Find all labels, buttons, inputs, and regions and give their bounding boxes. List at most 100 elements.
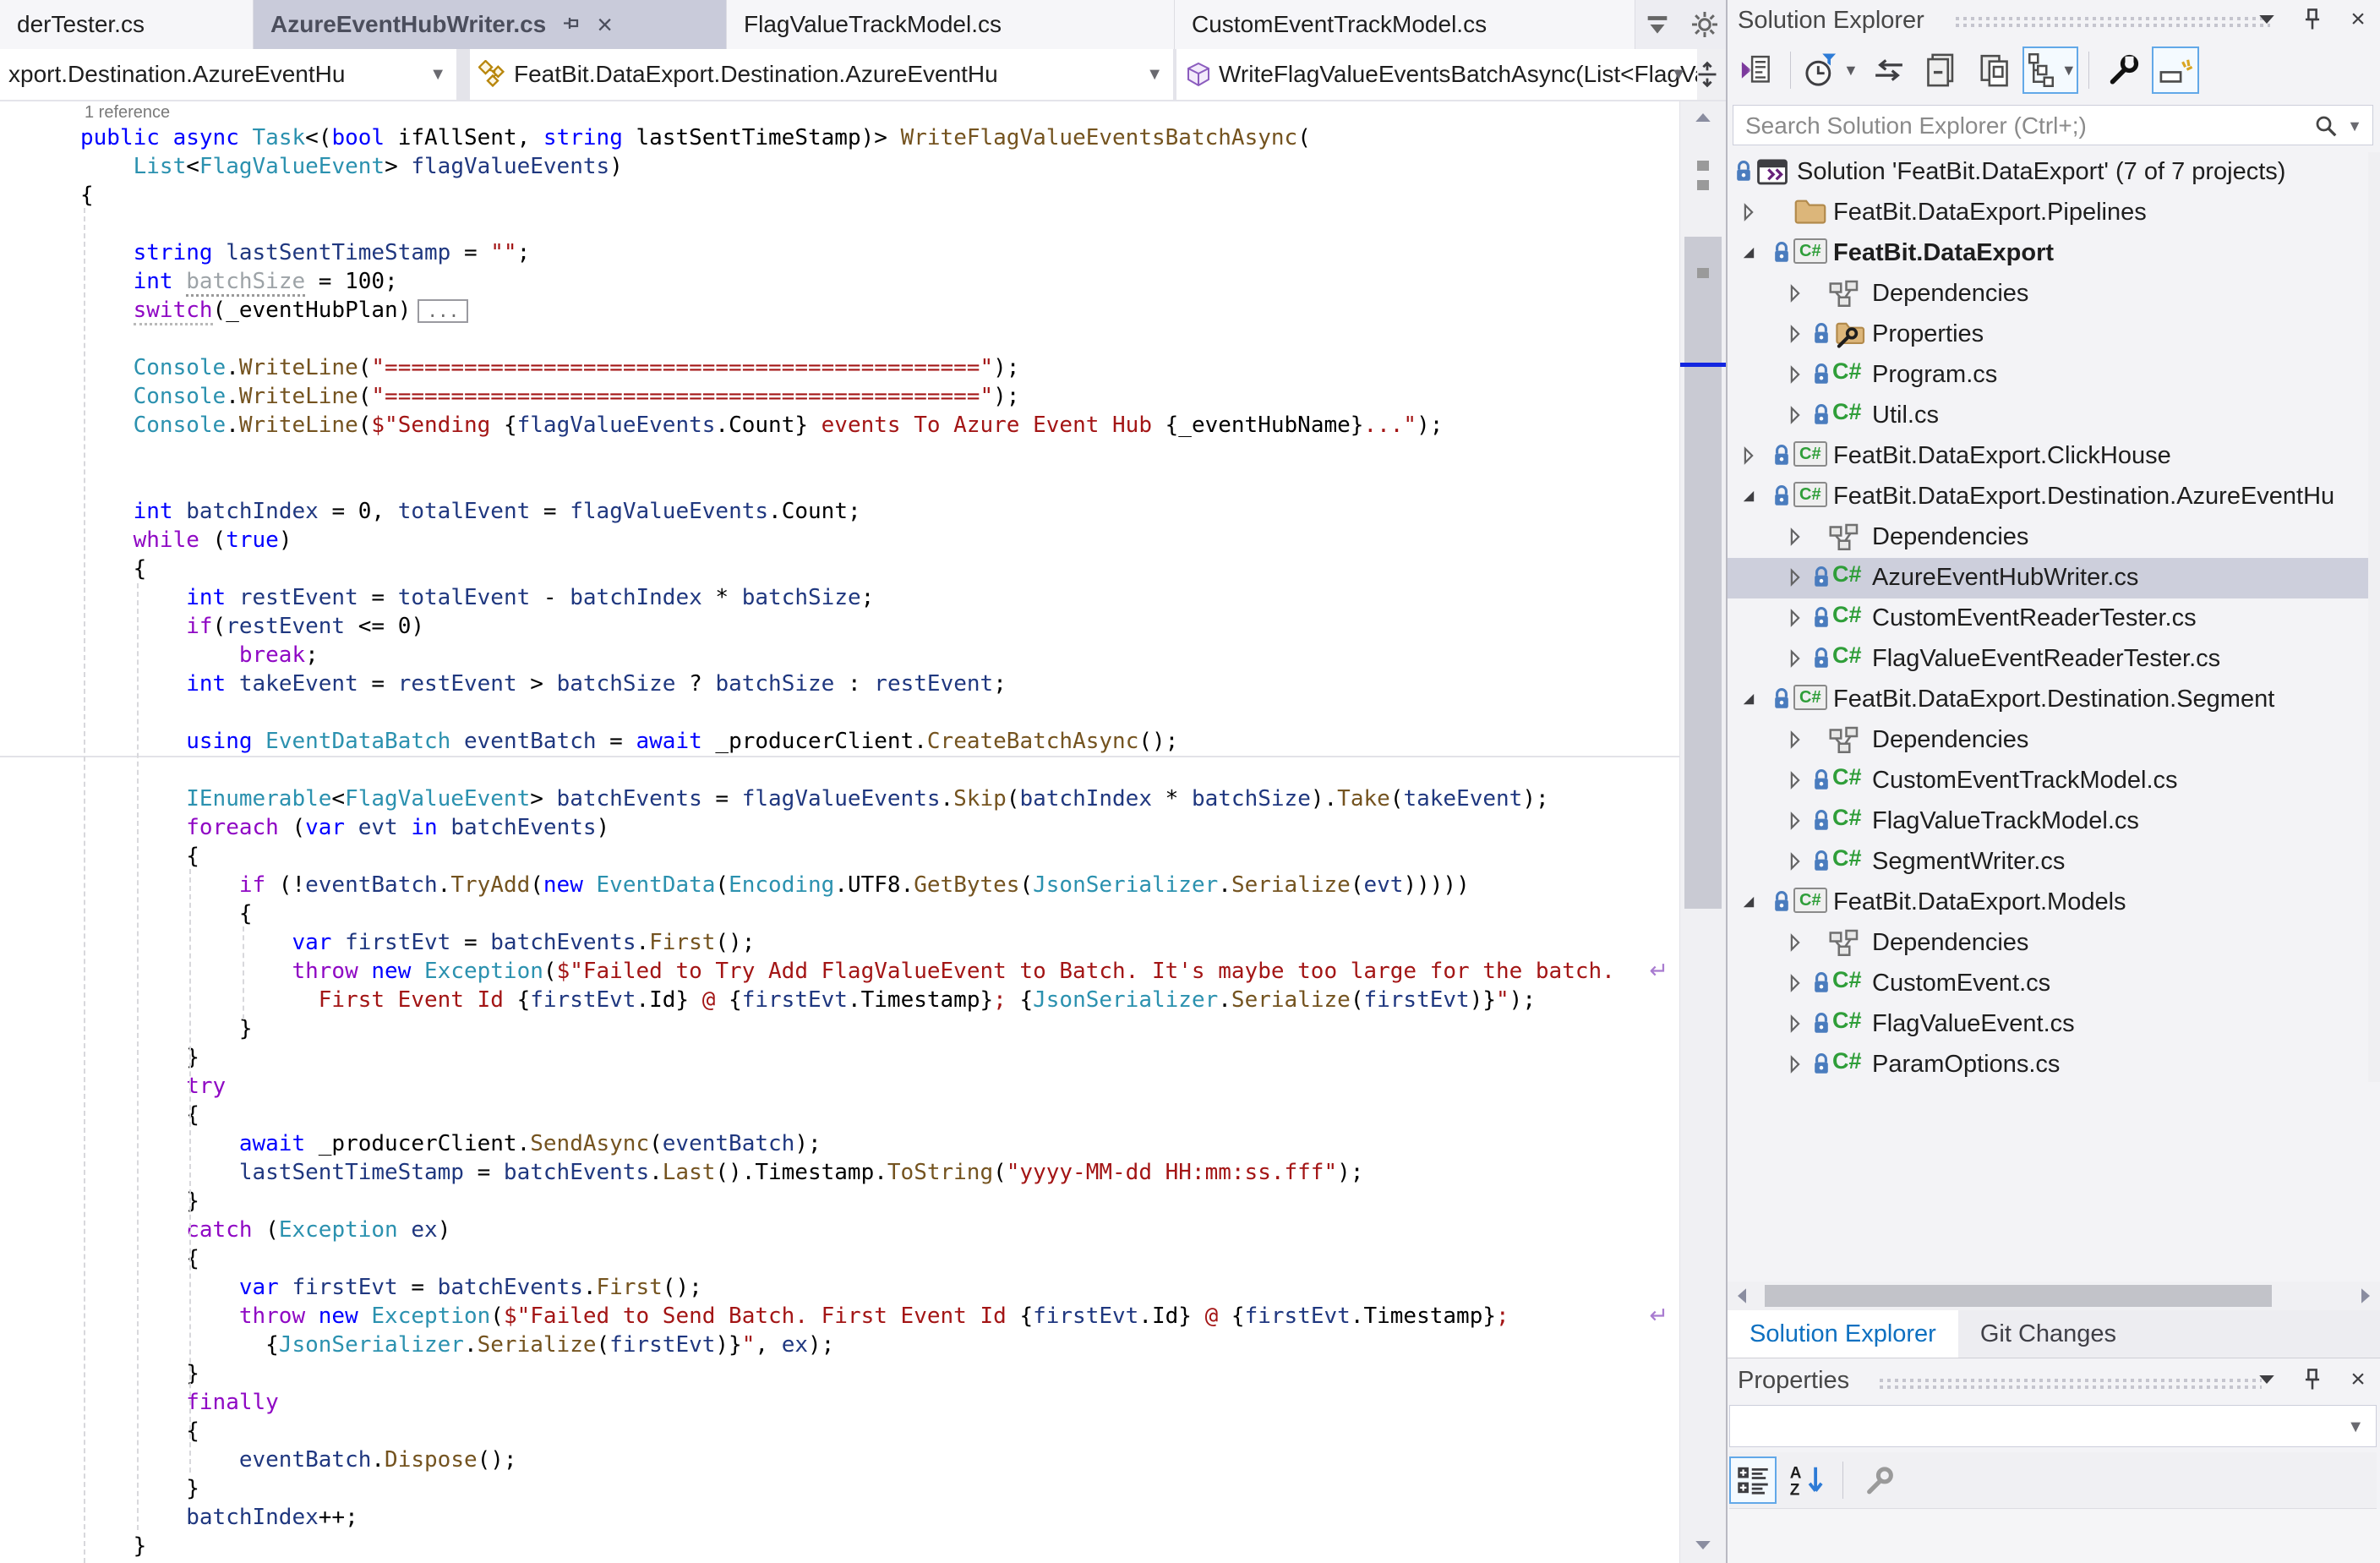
editor-vertical-scrollbar[interactable] [1679, 101, 1726, 1563]
chevron-collapsed-icon[interactable] [1786, 527, 1806, 548]
chevron-collapsed-icon[interactable] [1786, 609, 1806, 629]
tree-horizontal-scrollbar[interactable] [1728, 1282, 2380, 1310]
chevron-down-icon[interactable]: ▼ [2061, 62, 2077, 79]
chevron-collapsed-icon[interactable] [1786, 852, 1806, 872]
tool-tab-solution-explorer[interactable]: Solution Explorer [1728, 1310, 1958, 1358]
tree-item-flagvaluetrackmodel-cs[interactable]: C#FlagValueTrackModel.cs [1728, 801, 2380, 842]
chevron-collapsed-icon[interactable] [1786, 406, 1806, 426]
chevron-collapsed-icon[interactable] [1786, 812, 1806, 832]
tree-vertical-scrollbar[interactable] [2368, 152, 2380, 1082]
tree-item-featbit-dataexport[interactable]: C#FeatBit.DataExport [1728, 233, 2380, 274]
tree-item-featbit-dataexport-pipelines[interactable]: FeatBit.DataExport.Pipelines [1728, 193, 2380, 233]
pin-icon[interactable] [2299, 1365, 2326, 1394]
chevron-expanded-icon[interactable] [1739, 690, 1760, 710]
collapse-all-icon[interactable] [1918, 46, 1965, 94]
tree-item-featbit-dataexport-destination-segment[interactable]: C#FeatBit.DataExport.Destination.Segment [1728, 680, 2380, 720]
tree-item-segmentwriter-cs[interactable]: C#SegmentWriter.cs [1728, 842, 2380, 883]
code-line [0, 325, 1680, 353]
tree-item-label: FlagValueEventReaderTester.cs [1872, 645, 2220, 673]
tree-item-featbit-dataexport-destination-azureeventhu[interactable]: C#FeatBit.DataExport.Destination.AzureEv… [1728, 477, 2380, 517]
tree-item-azureeventhubwriter-cs[interactable]: C#AzureEventHubWriter.cs [1728, 558, 2380, 598]
search-input[interactable]: Search Solution Explorer (Ctrl+;) ▼ [1733, 105, 2373, 145]
drag-grip[interactable] [1956, 14, 2270, 27]
code-line: switch(_eventHubPlan)... [0, 296, 1680, 325]
breadcrumb-segment[interactable]: xport.Destination.AzureEventHu▼ [0, 49, 456, 100]
tab-close-icon[interactable]: × [597, 9, 613, 41]
chevron-collapsed-icon[interactable] [1786, 1055, 1806, 1075]
categorized-icon[interactable] [1729, 1456, 1777, 1504]
tab-flagvaluetrackmodel-cs[interactable]: FlagValueTrackModel.cs [727, 0, 1175, 49]
tree-item-solution-featbit-dataexport-7-of-7-projects-[interactable]: Solution 'FeatBit.DataExport' (7 of 7 pr… [1728, 152, 2380, 193]
pending-changes-filter-icon[interactable]: ▼ [1801, 46, 1860, 94]
tree-item-util-cs[interactable]: C#Util.cs [1728, 396, 2380, 436]
switch-views-icon[interactable] [1733, 46, 1780, 94]
tree-item-dependencies[interactable]: Dependencies [1728, 517, 2380, 558]
properties-icon[interactable] [2099, 46, 2147, 94]
chevron-collapsed-icon[interactable] [1786, 568, 1806, 588]
tab-label: derTester.cs [17, 11, 145, 38]
scrollbar-thumb[interactable] [1765, 1285, 2272, 1307]
chevron-collapsed-icon[interactable] [1739, 446, 1760, 467]
tree-item-dependencies[interactable]: Dependencies [1728, 720, 2380, 761]
chevron-collapsed-icon[interactable] [1786, 325, 1806, 345]
properties-object-combobox[interactable]: ▼ [1729, 1405, 2377, 1447]
tree-item-flagvalueeventreadertester-cs[interactable]: C#FlagValueEventReaderTester.cs [1728, 639, 2380, 680]
chevron-collapsed-icon[interactable] [1786, 771, 1806, 791]
tool-tab-git-changes[interactable]: Git Changes [1958, 1310, 2138, 1358]
gear-icon[interactable] [1689, 8, 1721, 41]
chevron-collapsed-icon[interactable] [1786, 933, 1806, 954]
tree-item-dependencies[interactable]: Dependencies [1728, 274, 2380, 314]
scroll-left-arrow-icon[interactable] [1729, 1283, 1755, 1309]
chevron-collapsed-icon[interactable] [1786, 1014, 1806, 1035]
search-icon[interactable] [2313, 113, 2339, 139]
window-position-dropdown-icon[interactable] [2253, 5, 2280, 34]
search-options-dropdown-icon[interactable]: ▼ [2347, 117, 2362, 135]
tree-item-dependencies[interactable]: Dependencies [1728, 923, 2380, 964]
scrollbar-thumb[interactable] [1684, 237, 1722, 909]
scroll-up-arrow-icon[interactable] [1680, 105, 1726, 130]
chevron-collapsed-icon[interactable] [1786, 284, 1806, 304]
codelens-references[interactable]: 1 reference [0, 101, 1680, 123]
code-editor[interactable]: 1 reference public async Task<(bool ifAl… [0, 101, 1680, 1563]
breadcrumb-segment[interactable]: FeatBit.DataExport.Destination.AzureEven… [470, 49, 1173, 100]
tree-item-customeventreadertester-cs[interactable]: C#CustomEventReaderTester.cs [1728, 598, 2380, 639]
property-pages-icon[interactable] [1855, 1456, 1902, 1504]
tree-item-properties[interactable]: Properties [1728, 314, 2380, 355]
close-icon[interactable]: × [2345, 1365, 2372, 1394]
code-line: } [0, 1014, 1680, 1043]
tab-dertester-cs[interactable]: derTester.cs [0, 0, 254, 49]
scroll-down-arrow-icon[interactable] [1680, 1533, 1726, 1558]
chevron-expanded-icon[interactable] [1739, 487, 1760, 507]
drag-grip[interactable] [1880, 1375, 2262, 1389]
view-hierarchy-icon[interactable]: ▼ [2022, 46, 2078, 94]
tab-customeventtrackmodel-cs[interactable]: CustomEventTrackModel.cs [1175, 0, 1635, 49]
breadcrumb-segment[interactable]: WriteFlagValueEventsBatchAsync(List<Flag… [1176, 49, 1697, 100]
show-all-files-icon[interactable] [1970, 46, 2017, 94]
preview-selected-items-icon[interactable] [2152, 46, 2199, 94]
chevron-collapsed-icon[interactable] [1739, 203, 1760, 223]
chevron-down-icon[interactable]: ▼ [1843, 62, 1859, 79]
pin-icon[interactable] [2299, 5, 2326, 34]
tab-pin-icon[interactable] [561, 14, 581, 35]
scroll-right-arrow-icon[interactable] [2353, 1283, 2378, 1309]
tree-item-featbit-dataexport-clickhouse[interactable]: C#FeatBit.DataExport.ClickHouse [1728, 436, 2380, 477]
chevron-collapsed-icon[interactable] [1786, 649, 1806, 669]
chevron-collapsed-icon[interactable] [1786, 730, 1806, 751]
tree-item-flagvalueevent-cs[interactable]: C#FlagValueEvent.cs [1728, 1004, 2380, 1045]
chevron-expanded-icon[interactable] [1739, 893, 1760, 913]
sync-with-active-document-icon[interactable] [1865, 46, 1913, 94]
document-list-dropdown-icon[interactable] [1641, 8, 1673, 41]
alphabetical-sort-icon[interactable]: AZ [1783, 1456, 1831, 1504]
chevron-collapsed-icon[interactable] [1786, 974, 1806, 994]
tree-item-program-cs[interactable]: C#Program.cs [1728, 355, 2380, 396]
tree-item-paramoptions-cs[interactable]: C#ParamOptions.cs [1728, 1045, 2380, 1085]
tab-azureeventhubwriter-cs[interactable]: AzureEventHubWriter.cs× [254, 0, 727, 49]
code-line: { [0, 555, 1680, 583]
tree-item-customeventtrackmodel-cs[interactable]: C#CustomEventTrackModel.cs [1728, 761, 2380, 801]
chevron-collapsed-icon[interactable] [1786, 365, 1806, 385]
tree-item-featbit-dataexport-models[interactable]: C#FeatBit.DataExport.Models [1728, 883, 2380, 923]
tree-item-customevent-cs[interactable]: C#CustomEvent.cs [1728, 964, 2380, 1004]
chevron-expanded-icon[interactable] [1739, 243, 1760, 264]
window-position-dropdown-icon[interactable] [2253, 1365, 2280, 1394]
close-icon[interactable]: × [2345, 5, 2372, 34]
